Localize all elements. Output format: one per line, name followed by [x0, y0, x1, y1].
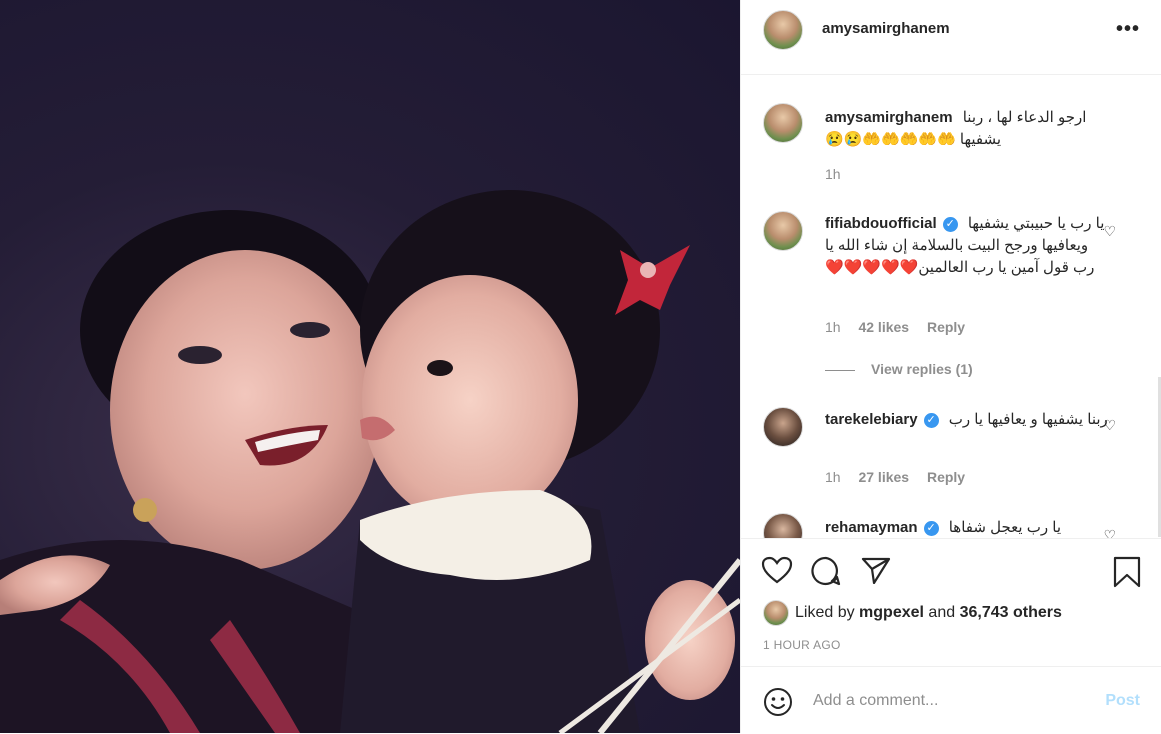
- comment-avatar[interactable]: [763, 407, 803, 447]
- liked-by-prefix: Liked by: [795, 604, 855, 622]
- verified-badge-icon: ✓: [923, 413, 939, 428]
- liked-by-others[interactable]: 36,743 others: [960, 604, 1062, 621]
- photo-illustration: [0, 190, 740, 733]
- view-replies-line: [825, 369, 855, 371]
- like-heart-icon[interactable]: [761, 556, 793, 584]
- caption-body: amysamirghanem ارجو الدعاء لها ، ربنا يش…: [825, 107, 1110, 151]
- liker-avatar[interactable]: [763, 600, 789, 626]
- post-side-panel: amysamirghanem ••• amysamirghanem ارجو ا…: [740, 0, 1161, 733]
- post-photo[interactable]: [0, 0, 740, 733]
- add-comment-bar: Post: [741, 666, 1161, 734]
- caption-meta: 1h: [825, 166, 855, 182]
- reply-button[interactable]: Reply: [927, 469, 965, 485]
- share-plane-icon[interactable]: [861, 556, 891, 584]
- comment-time[interactable]: 1h: [825, 319, 841, 335]
- comment-like-heart-icon[interactable]: ♡: [1103, 223, 1116, 240]
- comment-avatar[interactable]: [763, 513, 803, 538]
- view-replies-button[interactable]: View replies (1): [825, 361, 973, 377]
- verified-badge-icon: ✓: [923, 521, 939, 536]
- verified-badge-icon: ✓: [942, 217, 958, 232]
- comments-list[interactable]: amysamirghanem ارجو الدعاء لها ، ربنا يش…: [741, 75, 1161, 538]
- more-options-icon[interactable]: •••: [1116, 18, 1140, 41]
- comment-avatar[interactable]: [763, 211, 803, 251]
- reply-button[interactable]: Reply: [927, 319, 965, 335]
- comment-like-heart-icon[interactable]: ♡: [1103, 527, 1116, 538]
- emoji-icon[interactable]: [763, 687, 793, 717]
- liked-by-and: and: [928, 604, 956, 622]
- comment-text: ربنا يشفيها و يعافيها يا رب: [948, 411, 1108, 428]
- comment-meta: 1h 42 likes Reply: [825, 319, 979, 335]
- comment-time[interactable]: 1h: [825, 469, 841, 485]
- caption-avatar[interactable]: [763, 103, 803, 143]
- post-timestamp[interactable]: 1 HOUR AGO: [763, 638, 841, 652]
- likes-summary: Liked by mgpexel and 36,743 others: [763, 600, 1062, 626]
- caption-time[interactable]: 1h: [825, 166, 841, 182]
- comment-bubble-icon[interactable]: [811, 556, 841, 586]
- author-username[interactable]: amysamirghanem: [822, 20, 950, 37]
- action-bar: [741, 538, 1161, 589]
- comment-text: يا رب يعجل شفاها: [948, 519, 1062, 536]
- liked-by-user[interactable]: mgpexel: [859, 604, 924, 621]
- comment-username[interactable]: rehamayman: [825, 519, 918, 536]
- add-comment-input[interactable]: [811, 687, 1075, 715]
- comment-body: fifiabdouofficial ✓ يا رب يا حبيبتي يشفيه…: [825, 213, 1110, 279]
- comment-like-heart-icon[interactable]: ♡: [1103, 417, 1116, 434]
- comment-likes[interactable]: 27 likes: [858, 469, 909, 485]
- caption-username[interactable]: amysamirghanem: [825, 109, 953, 126]
- comment-username[interactable]: tarekelebiary: [825, 411, 918, 428]
- author-avatar[interactable]: [763, 10, 803, 50]
- post-comment-button[interactable]: Post: [1105, 692, 1140, 710]
- view-replies-label: View replies (1): [871, 361, 973, 377]
- comment-body: tarekelebiary ✓ ربنا يشفيها و يعافيها يا …: [825, 409, 1110, 431]
- post-header: amysamirghanem •••: [741, 0, 1161, 75]
- comment-likes[interactable]: 42 likes: [858, 319, 909, 335]
- save-bookmark-icon[interactable]: [1113, 556, 1141, 588]
- comment-username[interactable]: fifiabdouofficial: [825, 215, 937, 232]
- comment-body: rehamayman ✓ يا رب يعجل شفاها: [825, 517, 1110, 538]
- comment-meta: 1h 27 likes Reply: [825, 469, 979, 485]
